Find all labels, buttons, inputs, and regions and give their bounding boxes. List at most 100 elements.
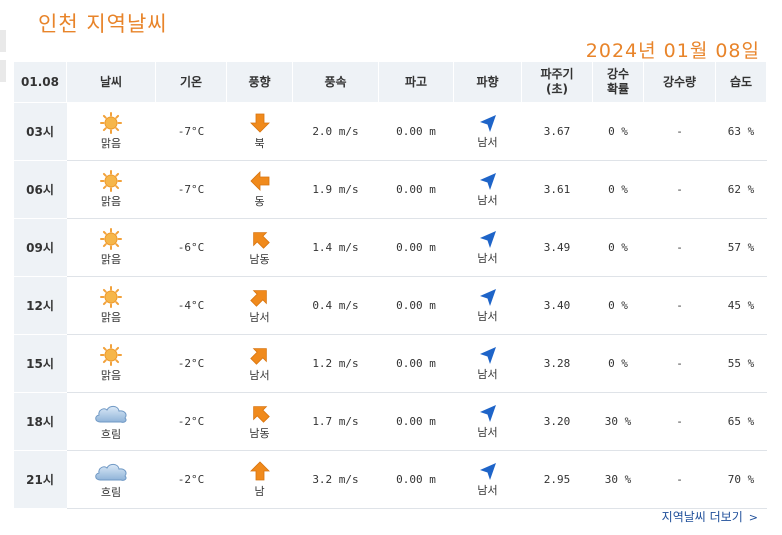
- wave-direction-label: 남서: [477, 136, 498, 149]
- col-wave-period-header: 파주기 (초): [521, 61, 593, 103]
- weather-label: 흐림: [100, 486, 122, 499]
- humidity-cell: 57 %: [715, 218, 767, 277]
- wave-period-cell: 3.49: [521, 218, 593, 277]
- wave-direction-label: 남서: [477, 252, 498, 265]
- forecast-date: 2024년 01월 08일: [585, 40, 760, 62]
- table-row: 18시 흐림 -2°C 남동 1.7 m/s 0.00 m 남서 3.20 30…: [13, 392, 767, 451]
- wind-speed-cell: 1.4 m/s: [292, 218, 379, 277]
- precip-amount-cell: -: [643, 218, 716, 277]
- wave-direction-cell: 남서: [453, 450, 522, 509]
- precip-prob-cell: 0 %: [592, 218, 644, 277]
- wave-direction-cell: 남서: [453, 276, 522, 335]
- arrow-up-right-icon: [249, 286, 271, 308]
- weather-cell: 맑음: [66, 334, 156, 393]
- time-cell: 18시: [13, 392, 67, 451]
- precip-amount-cell: -: [643, 450, 716, 509]
- wind-direction-label: 북: [254, 137, 265, 150]
- humidity-cell: 65 %: [715, 392, 767, 451]
- sun-icon: [100, 112, 122, 134]
- temperature-cell: -4°C: [155, 276, 227, 335]
- more-weather-link[interactable]: 지역날씨 더보기 >: [662, 508, 758, 525]
- cloud-icon: [93, 401, 129, 425]
- arrow-up-icon: [249, 460, 271, 482]
- wave-direction-label: 남서: [477, 310, 498, 323]
- wave-period-cell: 3.67: [521, 102, 593, 161]
- wind-speed-cell: 3.2 m/s: [292, 450, 379, 509]
- precip-amount-cell: -: [643, 160, 716, 219]
- temperature-cell: -6°C: [155, 218, 227, 277]
- wind-direction-cell: 북: [226, 102, 293, 161]
- wave-arrow-icon: [478, 461, 498, 481]
- weather-label: 맑음: [100, 195, 122, 208]
- arrow-up-right-icon: [249, 344, 271, 366]
- humidity-cell: 70 %: [715, 450, 767, 509]
- wave-period-cell: 3.28: [521, 334, 593, 393]
- wave-direction-cell: 남서: [453, 218, 522, 277]
- wave-height-cell: 0.00 m: [378, 276, 454, 335]
- wave-height-cell: 0.00 m: [378, 392, 454, 451]
- precip-prob-cell: 0 %: [592, 276, 644, 335]
- precip-amount-cell: -: [643, 392, 716, 451]
- wave-arrow-icon: [478, 229, 498, 249]
- weather-cell: 맑음: [66, 218, 156, 277]
- weather-label: 맑음: [100, 311, 122, 324]
- humidity-cell: 62 %: [715, 160, 767, 219]
- precip-amount-cell: -: [643, 334, 716, 393]
- wind-speed-cell: 1.9 m/s: [292, 160, 379, 219]
- col-wave-dir-header: 파향: [453, 61, 522, 103]
- wave-height-cell: 0.00 m: [378, 334, 454, 393]
- col-date-header: 01.08: [13, 61, 67, 103]
- weather-label: 흐림: [100, 428, 122, 441]
- time-cell: 21시: [13, 450, 67, 509]
- wind-direction-cell: 동: [226, 160, 293, 219]
- weather-table: 01.08 날씨 기온 풍향 풍속 파고 파향 파주기 (초) 강수 확률 강수량 습도 03시 맑…: [13, 61, 767, 509]
- wave-period-cell: 3.20: [521, 392, 593, 451]
- wind-direction-label: 남: [254, 485, 265, 498]
- wave-period-cell: 3.40: [521, 276, 593, 335]
- arrow-down-icon: [249, 112, 271, 134]
- wave-height-cell: 0.00 m: [378, 160, 454, 219]
- side-tab-top: [0, 30, 6, 52]
- wind-direction-label: 남서: [249, 311, 270, 324]
- wind-speed-cell: 1.2 m/s: [292, 334, 379, 393]
- wind-direction-cell: 남서: [226, 276, 293, 335]
- page-title: 인천 지역날씨: [38, 12, 168, 36]
- temperature-cell: -7°C: [155, 102, 227, 161]
- wave-arrow-icon: [478, 113, 498, 133]
- wave-direction-cell: 남서: [453, 102, 522, 161]
- weather-label: 맑음: [100, 137, 122, 150]
- table-body: 03시 맑음 -7°C 북 2.0 m/s 0.00 m 남서 3.67 0 %…: [13, 102, 767, 509]
- wind-direction-label: 남동: [249, 427, 270, 440]
- precip-prob-cell: 0 %: [592, 334, 644, 393]
- precip-amount-cell: -: [643, 102, 716, 161]
- table-row: 09시 맑음 -6°C 남동 1.4 m/s 0.00 m 남서 3.49 0 …: [13, 218, 767, 277]
- col-precip-prob-header: 강수 확률: [592, 61, 644, 103]
- weather-cell: 흐림: [66, 392, 156, 451]
- side-tab-bottom: [0, 60, 6, 82]
- weather-cell: 흐림: [66, 450, 156, 509]
- table-row: 03시 맑음 -7°C 북 2.0 m/s 0.00 m 남서 3.67 0 %…: [13, 102, 767, 161]
- sun-icon: [100, 344, 122, 366]
- wave-direction-label: 남서: [477, 194, 498, 207]
- wave-height-cell: 0.00 m: [378, 102, 454, 161]
- col-humidity-header: 습도: [715, 61, 767, 103]
- col-weather-header: 날씨: [66, 61, 156, 103]
- wind-direction-label: 남서: [249, 369, 270, 382]
- sun-icon: [100, 228, 122, 250]
- wave-arrow-icon: [478, 403, 498, 423]
- arrow-up-left-icon: [249, 228, 271, 250]
- precip-prob-cell: 30 %: [592, 392, 644, 451]
- wind-direction-label: 남동: [249, 253, 270, 266]
- weather-cell: 맑음: [66, 102, 156, 161]
- wave-direction-cell: 남서: [453, 160, 522, 219]
- time-cell: 09시: [13, 218, 67, 277]
- table-row: 15시 맑음 -2°C 남서 1.2 m/s 0.00 m 남서 3.28 0 …: [13, 334, 767, 393]
- wind-direction-cell: 남서: [226, 334, 293, 393]
- col-temp-header: 기온: [155, 61, 227, 103]
- wind-speed-cell: 0.4 m/s: [292, 276, 379, 335]
- sun-icon: [100, 286, 122, 308]
- weather-label: 맑음: [100, 369, 122, 382]
- wind-speed-cell: 2.0 m/s: [292, 102, 379, 161]
- wave-direction-cell: 남서: [453, 334, 522, 393]
- time-cell: 12시: [13, 276, 67, 335]
